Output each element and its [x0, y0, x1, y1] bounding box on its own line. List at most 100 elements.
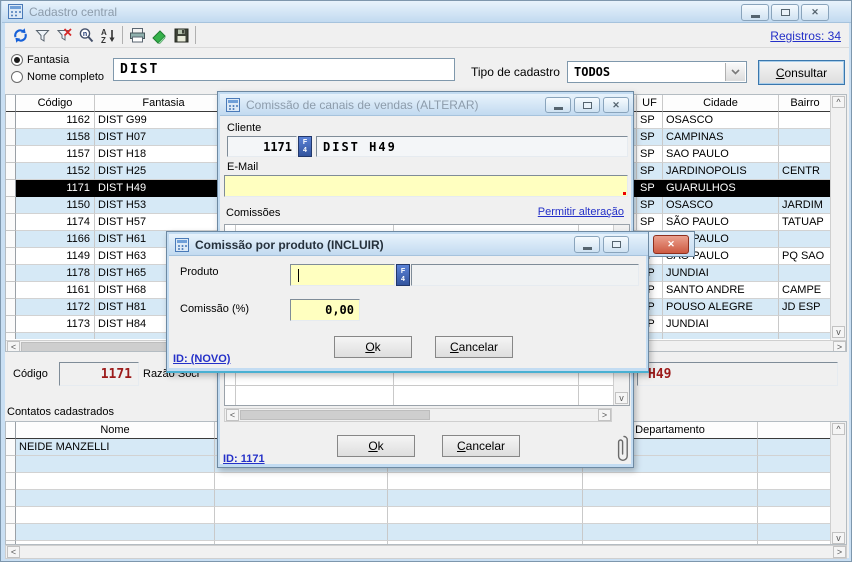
cell[interactable]: 1149	[16, 248, 95, 265]
cell[interactable]: 1150	[16, 197, 95, 214]
cell[interactable]	[388, 473, 583, 490]
row-selector[interactable]	[6, 214, 16, 231]
cell[interactable]	[16, 524, 215, 541]
cell[interactable]: SANTO ANDRE	[663, 282, 779, 299]
cell[interactable]: POUSO ALEGRE	[663, 299, 779, 316]
cell[interactable]	[583, 524, 758, 541]
cell[interactable]: GUARULHOS	[663, 180, 779, 197]
row-selector[interactable]	[6, 282, 16, 299]
horizontal-scrollbar[interactable]: < >	[224, 408, 612, 422]
scroll-left-icon[interactable]: <	[7, 546, 20, 558]
cell[interactable]: DIST H49	[95, 180, 233, 197]
cell[interactable]: SAO PAULO	[663, 146, 779, 163]
row-selector[interactable]	[6, 146, 16, 163]
scroll-right-icon[interactable]: >	[833, 341, 846, 352]
cell[interactable]: SP	[637, 163, 663, 180]
cell[interactable]: CAMPINAS	[663, 129, 779, 146]
sort-icon[interactable]: AZ	[97, 25, 119, 45]
filter-icon[interactable]	[31, 25, 53, 45]
cell[interactable]: JUNDIAI	[663, 316, 779, 333]
cell[interactable]: 1161	[16, 282, 95, 299]
registros-link[interactable]: Registros: 34	[770, 29, 841, 43]
cell[interactable]	[16, 507, 215, 524]
cell[interactable]: SP	[637, 129, 663, 146]
cell[interactable]: 1178	[16, 265, 95, 282]
cancelar-button[interactable]: Cancelar	[442, 435, 520, 457]
row-selector[interactable]	[6, 524, 16, 541]
cell[interactable]: DIST H57	[95, 214, 233, 231]
cell[interactable]: SP	[637, 214, 663, 231]
cell[interactable]: DIST H18	[95, 146, 233, 163]
row-selector[interactable]	[6, 129, 16, 146]
email-input[interactable]	[224, 175, 628, 197]
cell[interactable]: CAMPE	[779, 282, 832, 299]
row-selector[interactable]	[6, 473, 16, 490]
cell[interactable]: JARDINOPOLIS	[663, 163, 779, 180]
scroll-right-icon[interactable]: >	[833, 546, 846, 558]
delete-icon[interactable]	[148, 25, 170, 45]
cell[interactable]: PQ SAO	[779, 248, 832, 265]
comissao-input[interactable]: 0,00	[290, 299, 360, 321]
cell[interactable]: 1173	[16, 316, 95, 333]
close-button[interactable]: ✕	[653, 235, 689, 254]
cell[interactable]	[779, 231, 832, 248]
column-header[interactable]	[758, 422, 832, 439]
cell[interactable]: 1166	[16, 231, 95, 248]
cell[interactable]: 1162	[16, 112, 95, 129]
column-header[interactable]: Nome	[16, 422, 215, 439]
close-button[interactable]: ✕	[603, 97, 629, 113]
cell[interactable]	[215, 490, 388, 507]
scroll-left-icon[interactable]: <	[226, 409, 239, 421]
scroll-right-icon[interactable]: >	[598, 409, 611, 421]
row-selector[interactable]	[6, 507, 16, 524]
chevron-down-icon[interactable]	[725, 63, 745, 81]
radio-nome-completo-label[interactable]: Nome completo	[27, 71, 104, 83]
scrollbar-thumb[interactable]	[240, 410, 430, 420]
permitir-alteracao-link[interactable]: Permitir alteração	[538, 206, 624, 218]
id-link[interactable]: ID: (NOVO)	[173, 353, 230, 365]
cell[interactable]	[16, 490, 215, 507]
cell[interactable]: 1171	[16, 180, 95, 197]
cell[interactable]: 1157	[16, 146, 95, 163]
cliente-code-field[interactable]: 1171	[227, 136, 297, 157]
cell[interactable]: DIST H07	[95, 129, 233, 146]
close-button[interactable]: ✕	[801, 4, 829, 21]
row-selector[interactable]	[6, 316, 16, 333]
cancelar-button[interactable]: Cancelar	[435, 336, 513, 358]
horizontal-scrollbar[interactable]: < >	[5, 545, 847, 559]
cell[interactable]	[583, 490, 758, 507]
scroll-up-icon[interactable]: ^	[832, 96, 845, 108]
cell[interactable]	[758, 439, 832, 456]
cell[interactable]	[758, 490, 832, 507]
column-header[interactable]: UF	[637, 95, 663, 112]
row-selector[interactable]	[6, 439, 16, 456]
row-selector[interactable]	[6, 248, 16, 265]
table-row[interactable]	[6, 473, 846, 490]
cell[interactable]	[779, 333, 832, 339]
cell[interactable]	[388, 490, 583, 507]
cell[interactable]	[215, 507, 388, 524]
ok-button[interactable]: Ok	[337, 435, 415, 457]
cell[interactable]: JD ESP	[779, 299, 832, 316]
row-selector[interactable]	[6, 231, 16, 248]
cell[interactable]	[779, 180, 832, 197]
locate-icon[interactable]: n	[75, 25, 97, 45]
refresh-icon[interactable]	[9, 25, 31, 45]
cell[interactable]: SÃO PAULO	[663, 214, 779, 231]
cell[interactable]: TATUAP	[779, 214, 832, 231]
cell[interactable]	[215, 473, 388, 490]
row-selector[interactable]	[6, 112, 16, 129]
cell[interactable]	[758, 456, 832, 473]
radio-fantasia[interactable]	[11, 54, 23, 66]
print-icon[interactable]	[126, 25, 148, 45]
cell[interactable]: DIST H53	[95, 197, 233, 214]
cell[interactable]	[663, 333, 779, 339]
produto-input[interactable]	[290, 264, 395, 286]
cell[interactable]: DIST H25	[95, 163, 233, 180]
cell[interactable]: CENTR	[779, 163, 832, 180]
cell[interactable]	[215, 524, 388, 541]
scroll-up-icon[interactable]: ^	[832, 423, 845, 435]
scroll-down-icon[interactable]: v	[615, 392, 628, 404]
clear-filter-icon[interactable]	[53, 25, 75, 45]
cell[interactable]	[16, 456, 215, 473]
